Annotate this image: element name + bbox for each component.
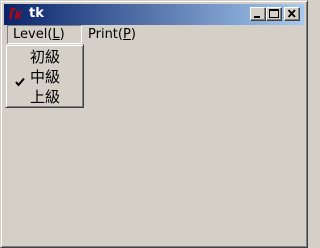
title-bar[interactable]: tk bbox=[4, 4, 304, 25]
close-icon bbox=[287, 9, 296, 18]
menu-item-advanced[interactable]: 上級 bbox=[8, 87, 81, 107]
menu-item-label: 中級 bbox=[30, 68, 61, 86]
minimize-button[interactable] bbox=[250, 7, 266, 21]
menu-bar: Level(L) Print(P) bbox=[4, 25, 304, 44]
tk-feather-icon[interactable] bbox=[7, 6, 25, 22]
menu-item-beginner[interactable]: 初級 bbox=[8, 47, 81, 67]
tk-window: tk Level(L) Print(P) 初級 中級 上級 bbox=[0, 0, 308, 248]
menu-print[interactable]: Print(P) bbox=[86, 25, 136, 44]
menu-item-intermediate[interactable]: 中級 bbox=[8, 67, 81, 87]
maximize-icon bbox=[269, 9, 279, 18]
checkmark-icon bbox=[15, 72, 25, 87]
menu-item-label: 初級 bbox=[30, 48, 61, 66]
window-title: tk bbox=[29, 6, 44, 21]
menu-item-label: 上級 bbox=[30, 88, 61, 106]
close-button[interactable] bbox=[284, 7, 300, 21]
maximize-button[interactable] bbox=[266, 7, 282, 21]
menu-level[interactable]: Level(L) bbox=[7, 25, 82, 44]
level-dropdown-menu: 初級 中級 上級 bbox=[5, 44, 84, 108]
minimize-icon bbox=[254, 16, 260, 18]
